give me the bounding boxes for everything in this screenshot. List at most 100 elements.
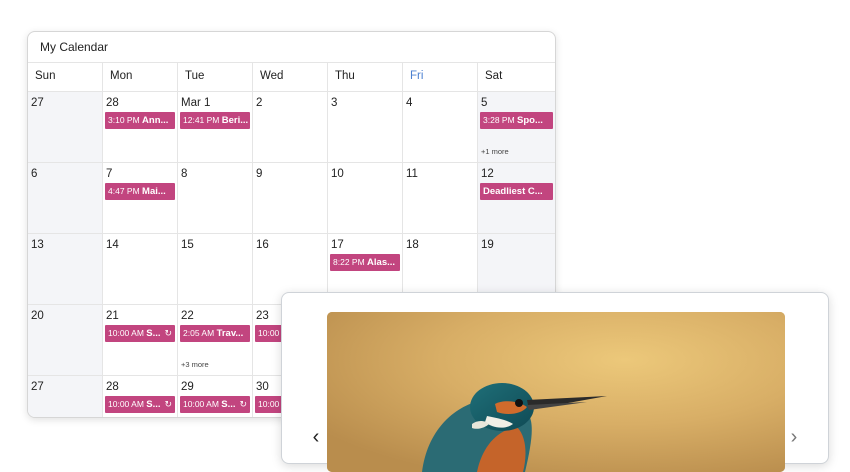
kingfisher-image <box>327 312 785 472</box>
event-time: 10:00 AM <box>108 328 144 338</box>
calendar-event[interactable]: 4:47 PM Mai... <box>105 183 175 200</box>
day-number: 21 <box>106 310 119 322</box>
calendar-day-cell[interactable]: 13 <box>28 234 103 304</box>
day-number: 4 <box>406 97 413 109</box>
day-of-week-fri: Fri <box>403 63 478 91</box>
calendar-day-cell[interactable]: 7 4:47 PM Mai... <box>103 163 178 233</box>
next-arrow-icon[interactable]: › <box>786 425 802 449</box>
day-number: 16 <box>256 239 269 251</box>
previous-arrow-icon[interactable]: ‹ <box>308 425 324 449</box>
day-number: 29 <box>181 381 194 393</box>
calendar-event[interactable]: 3:10 PM Ann... <box>105 112 175 129</box>
day-number: 19 <box>481 239 494 251</box>
day-number: 27 <box>31 97 44 109</box>
calendar-day-cell[interactable]: 15 <box>178 234 253 304</box>
calendar-day-cell[interactable]: 27 <box>28 92 103 162</box>
day-number: 18 <box>406 239 419 251</box>
day-of-week-sun: Sun <box>28 63 103 91</box>
day-number: 3 <box>331 97 338 109</box>
event-time: 3:28 PM <box>483 115 515 125</box>
calendar-title: My Calendar <box>28 32 555 63</box>
day-number: 13 <box>31 239 44 251</box>
day-number: 20 <box>31 310 44 322</box>
event-time: 4:47 PM <box>108 186 140 196</box>
days-of-week-header: Sun Mon Tue Wed Thu Fri Sat <box>28 63 555 92</box>
calendar-day-cell[interactable]: 20 <box>28 305 103 375</box>
day-number: 7 <box>106 168 113 180</box>
event-title: Ann... <box>142 115 169 126</box>
calendar-week-row: 27 28 3:10 PM Ann... Mar 1 12:41 PM Beri... 2… <box>28 92 555 163</box>
calendar-week-row: 6 7 4:47 PM Mai... 8 9 10 11 12 Deadliest C... <box>28 163 555 234</box>
day-number: 12 <box>481 168 494 180</box>
day-number: 28 <box>106 97 119 109</box>
calendar-event[interactable]: 3:28 PM Spo... <box>480 112 553 129</box>
day-number: 28 <box>106 381 119 393</box>
event-time: 10:00 <box>258 328 280 338</box>
day-number: 11 <box>406 168 418 180</box>
calendar-day-cell[interactable]: 2 <box>253 92 328 162</box>
recurring-icon: ↻ <box>164 399 172 409</box>
calendar-day-cell[interactable]: 27 <box>28 376 103 417</box>
calendar-event[interactable]: 12:41 PM Beri... <box>180 112 250 129</box>
day-number: 10 <box>331 168 344 180</box>
calendar-day-cell[interactable]: 11 <box>403 163 478 233</box>
event-time: 12:41 PM <box>183 115 220 125</box>
calendar-day-cell[interactable]: 22 2:05 AM Trav... +3 more <box>178 305 253 375</box>
day-number: 9 <box>256 168 263 180</box>
event-time: 10:00 AM <box>183 399 219 409</box>
calendar-day-cell[interactable]: 8 <box>178 163 253 233</box>
event-title: Mai... <box>142 186 166 197</box>
calendar-day-cell[interactable]: 3 <box>328 92 403 162</box>
day-number: 8 <box>181 168 188 180</box>
day-of-week-mon: Mon <box>103 63 178 91</box>
event-title: S... <box>221 399 236 410</box>
calendar-day-cell[interactable]: 9 <box>253 163 328 233</box>
event-time: 10:00 AM <box>108 399 144 409</box>
calendar-event[interactable]: 10:00 AM S... ↻ <box>105 325 175 342</box>
recurring-icon: ↻ <box>239 399 247 409</box>
day-number: 27 <box>31 381 44 393</box>
calendar-day-cell[interactable]: 14 <box>103 234 178 304</box>
calendar-day-cell[interactable]: 21 10:00 AM S... ↻ <box>103 305 178 375</box>
day-number: 15 <box>181 239 194 251</box>
day-number: 22 <box>181 310 194 322</box>
calendar-event[interactable]: 10:00 AM S... ↻ <box>105 396 175 413</box>
event-time: 8:22 PM <box>333 257 365 267</box>
bird-photo <box>327 312 785 472</box>
event-title: Spo... <box>517 115 543 126</box>
calendar-event[interactable]: Deadliest C... <box>480 183 553 200</box>
day-number: Mar 1 <box>181 97 211 109</box>
event-title: Alas... <box>367 257 396 268</box>
day-of-week-tue: Tue <box>178 63 253 91</box>
event-time: 2:05 AM <box>183 328 215 338</box>
day-number: 5 <box>481 97 488 109</box>
calendar-day-cell[interactable]: 4 <box>403 92 478 162</box>
calendar-event[interactable]: 8:22 PM Alas... <box>330 254 400 271</box>
day-of-week-thu: Thu <box>328 63 403 91</box>
event-title: Beri... <box>221 115 249 126</box>
day-of-week-wed: Wed <box>253 63 328 91</box>
day-of-week-sat: Sat <box>485 70 503 82</box>
more-events-link[interactable]: +3 more <box>178 360 252 369</box>
calendar-day-cell[interactable]: 29 10:00 AM S... ↻ <box>178 376 253 417</box>
day-number: 2 <box>256 97 263 109</box>
calendar-day-cell[interactable]: 28 3:10 PM Ann... <box>103 92 178 162</box>
event-title: Deadliest C... <box>483 186 543 197</box>
recurring-icon: ↻ <box>164 328 172 338</box>
calendar-day-cell[interactable]: Mar 1 12:41 PM Beri... <box>178 92 253 162</box>
event-title: S... <box>146 328 161 339</box>
calendar-day-cell[interactable]: 28 10:00 AM S... ↻ <box>103 376 178 417</box>
more-events-link[interactable]: +1 more <box>478 147 555 156</box>
event-title: Trav... <box>216 328 244 339</box>
calendar-event[interactable]: 2:05 AM Trav... <box>180 325 250 342</box>
day-number: 14 <box>106 239 119 251</box>
day-number: 17 <box>331 239 344 251</box>
calendar-day-cell[interactable]: 10 <box>328 163 403 233</box>
calendar-day-cell[interactable]: 5 3:28 PM Spo... +1 more <box>478 92 555 162</box>
calendar-day-cell[interactable]: 6 <box>28 163 103 233</box>
event-title: S... <box>146 399 161 410</box>
day-number: 6 <box>31 168 38 180</box>
calendar-day-cell[interactable]: 12 Deadliest C... <box>478 163 555 233</box>
event-time: 3:10 PM <box>108 115 140 125</box>
calendar-event[interactable]: 10:00 AM S... ↻ <box>180 396 250 413</box>
